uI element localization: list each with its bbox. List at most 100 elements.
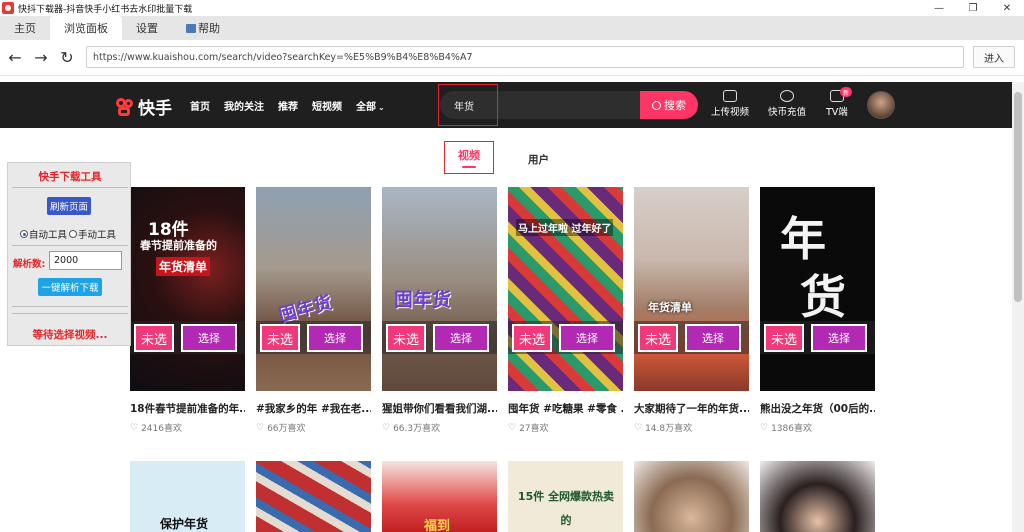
search-button[interactable]: 搜索 <box>640 91 698 119</box>
back-arrow-icon[interactable]: ← <box>4 47 26 69</box>
kuaishou-header: 快手 首页 我的关注 推荐 短视频 全部 ⌄ 年货 搜索 上传视频 快币充值 TV… <box>0 82 1012 128</box>
tab-browse-panel[interactable]: 浏览面板 <box>50 16 122 40</box>
parse-count-input[interactable]: 2000 <box>49 251 122 270</box>
reload-icon[interactable]: ↻ <box>56 47 78 69</box>
tab-settings[interactable]: 设置 <box>122 16 172 40</box>
video-card[interactable] <box>634 461 749 532</box>
radio-auto-tool[interactable] <box>20 230 28 238</box>
select-button[interactable]: 选择 <box>181 324 237 352</box>
video-card[interactable]: 年货清单 未选 选择 大家期待了一年的年货... ♡ 14.8万喜欢 <box>634 187 749 434</box>
select-button[interactable]: 选择 <box>433 324 489 352</box>
video-title[interactable]: 猩姐带你们看看我们湖... <box>382 401 497 416</box>
video-title[interactable]: 熊出没之年货（00后的... <box>760 401 875 416</box>
video-thumbnail[interactable] <box>760 461 875 532</box>
video-thumbnail[interactable]: 年货清单 未选 选择 <box>634 187 749 391</box>
video-overlay-text: 保护年货 <box>160 517 209 531</box>
video-title[interactable]: #我家乡的年 #我在老... <box>256 401 371 416</box>
close-button[interactable]: ✕ <box>990 0 1024 16</box>
nav-all-label: 全部 <box>356 102 376 113</box>
unselect-button[interactable]: 未选 <box>260 324 300 352</box>
minimize-button[interactable]: — <box>922 0 956 16</box>
tab-help-label: 帮助 <box>198 22 220 35</box>
tab-user[interactable]: 用户 <box>528 152 549 167</box>
video-card[interactable]: 囤年货 未选 选择 猩姐带你们看看我们湖... ♡ 66.3万喜欢 <box>382 187 497 434</box>
coin-recharge-label: 快币充值 <box>768 107 807 118</box>
video-thumbnail[interactable] <box>256 461 371 532</box>
likes-count: 27喜欢 <box>519 424 549 434</box>
video-title[interactable]: 18件春节提前准备的年... <box>130 401 245 416</box>
likes-count: 14.8万喜欢 <box>645 424 693 434</box>
nav-following[interactable]: 我的关注 <box>224 98 264 113</box>
heart-icon: ♡ <box>130 422 139 433</box>
video-card[interactable]: 15件 全网爆款热卖的 <box>508 461 623 532</box>
window-controls: — ❐ ✕ <box>922 0 1024 16</box>
nav-home[interactable]: 首页 <box>190 98 210 113</box>
select-button[interactable]: 选择 <box>685 324 741 352</box>
tab-help[interactable]: 帮助 <box>172 16 234 40</box>
unselect-button[interactable]: 未选 <box>134 324 174 352</box>
video-thumbnail[interactable]: 18件 春节提前准备的 年货清单 未选 选择 <box>130 187 245 391</box>
select-button[interactable]: 选择 <box>307 324 363 352</box>
tab-video[interactable]: 视频 <box>444 141 494 174</box>
video-card[interactable]: 保护年货 <box>130 461 245 532</box>
video-thumbnail[interactable]: 保护年货 <box>130 461 245 532</box>
video-likes: ♡ 27喜欢 <box>508 421 623 435</box>
radio-manual-label[interactable]: 手动工具 <box>78 227 116 241</box>
video-card[interactable] <box>256 461 371 532</box>
unselect-button[interactable]: 未选 <box>764 324 804 352</box>
video-thumbnail[interactable]: 囤年货 未选 选择 <box>382 187 497 391</box>
video-thumbnail[interactable]: 福到 <box>382 461 497 532</box>
tab-video-underline <box>462 166 476 168</box>
page-scrollbar[interactable] <box>1012 82 1024 532</box>
scrollbar-thumb[interactable] <box>1014 92 1022 302</box>
video-thumbnail[interactable]: 年 货 未选 选择 <box>760 187 875 391</box>
maximize-button[interactable]: ❐ <box>956 0 990 16</box>
refresh-page-button[interactable]: 刷新页面 <box>47 197 91 215</box>
unselect-button[interactable]: 未选 <box>386 324 426 352</box>
video-likes: ♡ 14.8万喜欢 <box>634 421 749 435</box>
new-badge: 新 <box>840 87 852 97</box>
tool-panel-title: 快手下载工具 <box>38 171 102 183</box>
tv-label: TV端 <box>826 107 848 118</box>
video-thumbnail[interactable]: 15件 全网爆款热卖的 <box>508 461 623 532</box>
video-thumbnail[interactable]: 马上过年啦 过年好了 未选 选择 <box>508 187 623 391</box>
kuaishou-nav: 首页 我的关注 推荐 短视频 全部 ⌄ <box>190 98 385 113</box>
forward-arrow-icon[interactable]: → <box>30 47 52 69</box>
select-button[interactable]: 选择 <box>811 324 867 352</box>
radio-manual-tool[interactable] <box>69 230 78 238</box>
video-card[interactable]: 马上过年啦 过年好了 未选 选择 囤年货 #吃糖果 #零食 ... ♡ 27喜欢 <box>508 187 623 434</box>
likes-count: 2416喜欢 <box>141 424 182 434</box>
url-input[interactable]: https://www.kuaishou.com/search/video?se… <box>86 46 964 68</box>
parse-count-label: 解析数: <box>13 259 46 270</box>
go-button[interactable]: 进入 <box>973 46 1015 68</box>
nav-recommend[interactable]: 推荐 <box>278 98 298 113</box>
tab-video-label: 视频 <box>458 149 480 162</box>
video-thumbnail[interactable]: 囤年货 未选 选择 <box>256 187 371 391</box>
coin-recharge-button[interactable]: 快币充值 <box>768 90 806 118</box>
search-highlight-box <box>438 84 498 126</box>
user-avatar[interactable] <box>867 91 895 119</box>
video-thumbnail[interactable] <box>634 461 749 532</box>
video-card[interactable] <box>760 461 875 532</box>
video-card[interactable]: 福到 <box>382 461 497 532</box>
video-title[interactable]: 囤年货 #吃糖果 #零食 ... <box>508 401 623 416</box>
video-card[interactable]: 年 货 未选 选择 熊出没之年货（00后的... ♡ 1386喜欢 <box>760 187 875 434</box>
kuaishou-logo[interactable]: 快手 <box>116 94 172 119</box>
nav-short-video[interactable]: 短视频 <box>312 98 342 113</box>
tab-home[interactable]: 主页 <box>0 16 50 40</box>
video-card[interactable]: 18件 春节提前准备的 年货清单 未选 选择 18件春节提前准备的年... ♡ 2… <box>130 187 245 434</box>
select-button[interactable]: 选择 <box>559 324 615 352</box>
heart-icon: ♡ <box>634 422 643 433</box>
video-title[interactable]: 大家期待了一年的年货... <box>634 401 749 416</box>
upload-icon <box>723 90 737 102</box>
radio-auto-label[interactable]: 自动工具 <box>29 227 67 241</box>
unselect-button[interactable]: 未选 <box>512 324 552 352</box>
divider <box>12 187 128 188</box>
one-click-parse-download-button[interactable]: 一键解析下载 <box>38 278 102 296</box>
unselect-button[interactable]: 未选 <box>638 324 678 352</box>
heart-icon: ♡ <box>508 422 517 433</box>
video-card[interactable]: 囤年货 未选 选择 #我家乡的年 #我在老... ♡ 66万喜欢 <box>256 187 371 434</box>
upload-video-button[interactable]: 上传视频 <box>711 90 749 118</box>
nav-all[interactable]: 全部 ⌄ <box>356 98 385 113</box>
video-likes: ♡ 1386喜欢 <box>760 421 875 435</box>
